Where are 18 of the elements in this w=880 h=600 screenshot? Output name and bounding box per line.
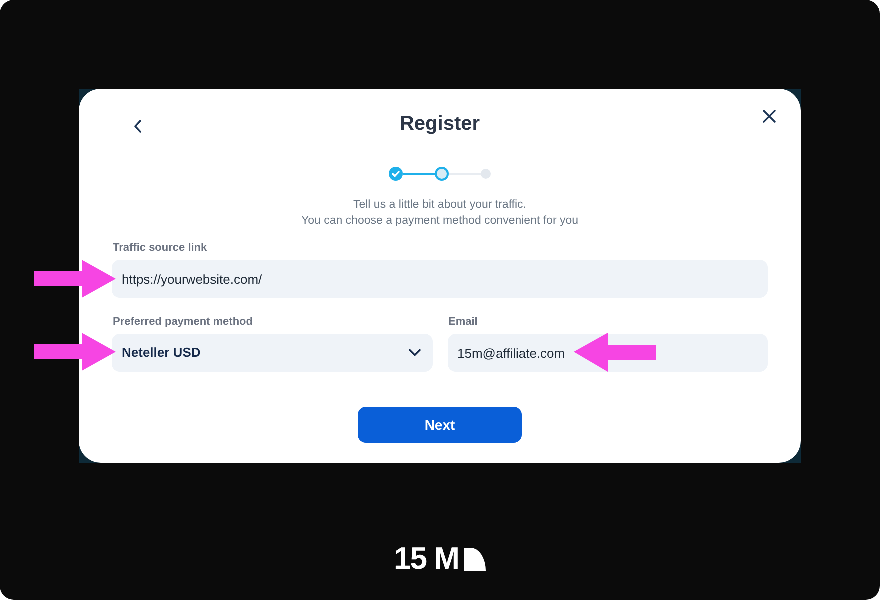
chevron-down-icon bbox=[408, 349, 420, 357]
close-icon bbox=[762, 110, 776, 122]
field-label: Email bbox=[448, 315, 478, 329]
subtitle-text: You can choose a payment method convenient for you bbox=[301, 214, 579, 229]
logo-text: 15 M bbox=[394, 547, 459, 571]
close-button[interactable] bbox=[761, 108, 777, 124]
dialog-title: Register bbox=[400, 112, 480, 137]
arrow-icon bbox=[34, 333, 116, 372]
subtitle-text: Tell us a little bit about your traffic. bbox=[353, 198, 526, 213]
arrow-icon bbox=[574, 333, 656, 372]
next-button[interactable]: Next bbox=[358, 407, 522, 443]
field-label: Preferred payment method bbox=[112, 315, 253, 329]
quarter-shape-icon bbox=[464, 548, 486, 571]
arrow-icon bbox=[34, 260, 116, 299]
field-label: Traffic source link bbox=[112, 241, 208, 255]
chevron-left-icon bbox=[134, 120, 142, 132]
input-field[interactable]: https://yourwebsite.com/ bbox=[112, 260, 768, 298]
payment-method-select[interactable]: Neteller USD bbox=[112, 334, 432, 372]
